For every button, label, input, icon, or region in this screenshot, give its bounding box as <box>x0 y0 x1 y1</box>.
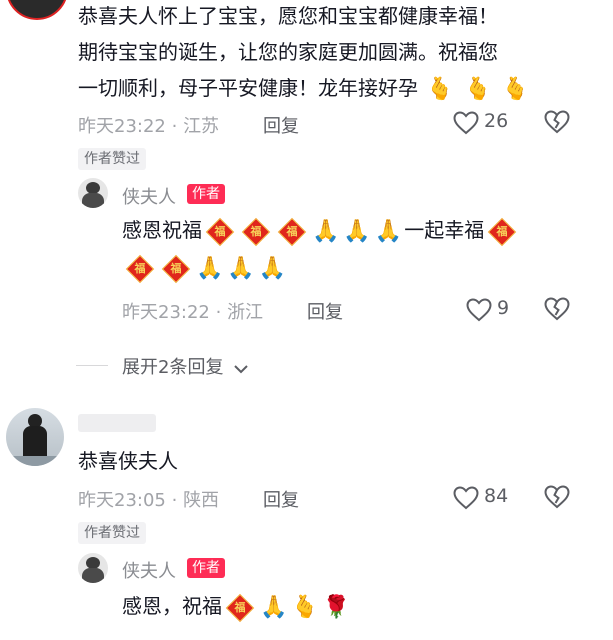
fu-diamond-emoji: 福 <box>161 254 191 284</box>
dot-separator: · <box>171 490 184 511</box>
dot-separator: · <box>215 302 228 323</box>
author-badge: 作者 <box>187 558 225 578</box>
like-count: 9 <box>497 297 510 319</box>
heart-outline-icon <box>453 486 479 510</box>
avatar[interactable] <box>78 178 108 208</box>
reply-button[interactable]: 回复 <box>307 298 343 324</box>
author-badge: 作者 <box>187 184 225 204</box>
fu-diamond-emoji: 福 <box>205 217 235 246</box>
comment-meta: 昨天23:22 · 江苏 <box>78 112 219 138</box>
location: 陕西 <box>183 490 220 511</box>
finger-heart-emoji: 🫰 <box>501 76 530 102</box>
heart-outline-icon <box>453 111 479 135</box>
fu-diamond-emoji: 福 <box>225 593 255 622</box>
reply-line: 感恩祝福福福福 🙏 🙏 🙏 一起幸福福 <box>122 214 592 248</box>
dot-separator: · <box>171 116 184 137</box>
folded-hands-emoji: 🙏 <box>196 256 224 281</box>
like-button[interactable]: 9 <box>466 297 526 325</box>
comment-line: 恭喜夫人怀上了宝宝，愿您和宝宝都健康幸福！ <box>78 4 498 28</box>
broken-heart-icon <box>544 297 570 321</box>
comment-line: 一切顺利，母子平安健康！龙年接好孕 🫰 🫰 🫰 <box>78 72 598 106</box>
timestamp: 昨天23:05 <box>78 490 166 511</box>
reply-text-part: 一起幸福 <box>404 218 485 242</box>
finger-heart-emoji: 🫰 <box>291 594 319 620</box>
expand-replies-button[interactable]: 展开2条回复 <box>122 353 249 379</box>
reply-text: 感恩祝福福福福 🙏 🙏 🙏 一起幸福福 福福 🙏 🙏 🙏 <box>122 214 592 285</box>
location: 浙江 <box>227 302 264 323</box>
username[interactable]: 侠夫人 <box>122 183 176 209</box>
like-count: 84 <box>484 485 509 507</box>
avatar[interactable] <box>6 408 64 466</box>
comment-line-text: 一切顺利，母子平安健康！龙年接好孕 <box>78 76 418 100</box>
reply-meta: 昨天23:22 · 浙江 <box>122 298 263 324</box>
fu-diamond-emoji: 福 <box>241 217 271 246</box>
folded-hands-emoji: 🙏 <box>227 256 255 281</box>
reply-line: 福福 🙏 🙏 🙏 <box>122 252 592 286</box>
rose-emoji: 🌹 <box>322 594 351 620</box>
fu-diamond-emoji: 福 <box>488 217 517 246</box>
broken-heart-icon <box>544 485 570 509</box>
finger-heart-emoji: 🫰 <box>426 76 454 102</box>
dislike-button[interactable] <box>544 297 570 325</box>
like-button[interactable]: 84 <box>453 485 523 513</box>
timestamp: 昨天23:22 <box>122 302 210 323</box>
reply-button[interactable]: 回复 <box>263 486 299 512</box>
broken-heart-icon <box>544 110 570 134</box>
folded-hands-emoji: 🙏 <box>260 594 288 620</box>
avatar[interactable] <box>6 0 68 20</box>
finger-heart-emoji: 🫰 <box>464 76 492 102</box>
like-count: 26 <box>484 110 509 132</box>
reply-text-part: 感恩，祝福 <box>122 594 222 618</box>
folded-hands-emoji: 🙏 <box>258 256 287 281</box>
author-liked-tag: 作者赞过 <box>78 148 146 170</box>
fu-diamond-emoji: 福 <box>125 254 155 284</box>
heart-outline-icon <box>466 298 492 322</box>
comment-line: 期待宝宝的诞生，让您的家庭更加圆满。祝福您 <box>78 40 498 64</box>
author-liked-tag: 作者赞过 <box>78 522 146 544</box>
like-button[interactable]: 26 <box>453 110 523 138</box>
timestamp: 昨天23:22 <box>78 116 166 137</box>
location: 江苏 <box>183 116 220 137</box>
folded-hands-emoji: 🙏 <box>343 218 371 244</box>
reply-button[interactable]: 回复 <box>263 112 299 138</box>
chevron-down-icon <box>233 364 248 373</box>
comment-text: 恭喜侠夫人 <box>78 449 178 473</box>
folded-hands-emoji: 🙏 <box>374 218 403 244</box>
reply-text: 感恩，祝福福 🙏 🫰 🌹 <box>122 590 592 624</box>
avatar[interactable] <box>78 553 108 583</box>
expand-divider <box>76 365 108 366</box>
reply-text-part: 感恩祝福 <box>122 218 202 242</box>
expand-replies-label: 展开2条回复 <box>122 357 224 378</box>
comment-text: 恭喜夫人怀上了宝宝，愿您和宝宝都健康幸福！ 期待宝宝的诞生，让您的家庭更加圆满。… <box>78 0 598 106</box>
dislike-button[interactable] <box>544 485 570 513</box>
folded-hands-emoji: 🙏 <box>312 218 340 244</box>
dislike-button[interactable] <box>544 110 570 138</box>
username[interactable]: 侠夫人 <box>122 557 176 583</box>
username-blurred[interactable] <box>78 414 156 432</box>
fu-diamond-emoji: 福 <box>277 217 307 246</box>
comment-meta: 昨天23:05 · 陕西 <box>78 486 219 512</box>
